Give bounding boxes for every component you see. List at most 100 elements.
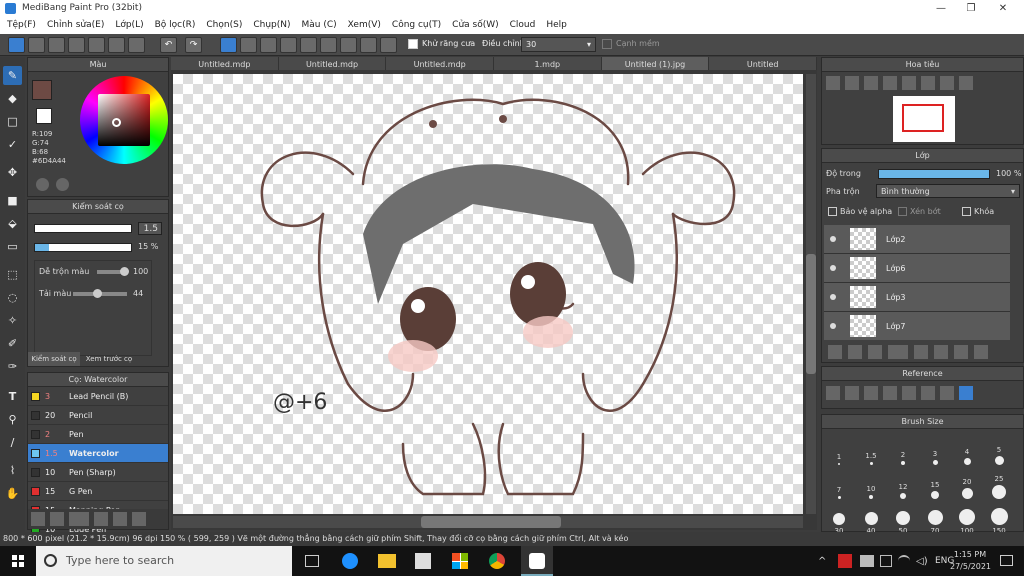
navigator-preview[interactable] — [893, 96, 955, 142]
new-halftone-layer-icon[interactable] — [848, 345, 862, 359]
brush-size-option[interactable]: 100 — [952, 501, 982, 535]
brush-size-option[interactable]: 40 — [856, 501, 886, 535]
share-icon[interactable] — [28, 37, 45, 53]
primary-color-swatch[interactable] — [32, 80, 52, 100]
operation-tool-icon[interactable]: ⚲ — [3, 410, 22, 429]
zoom-out-icon[interactable] — [883, 76, 897, 90]
ref-eyedropper-icon[interactable] — [940, 386, 954, 400]
minimize-button[interactable]: — — [926, 0, 956, 17]
drawing-canvas[interactable]: @+6 — [173, 74, 803, 514]
menu-item[interactable]: Lớp(L) — [110, 17, 149, 34]
select-tool-icon[interactable]: ⬚ — [3, 265, 22, 284]
select-pen-icon[interactable]: ✐ — [3, 334, 22, 353]
menu-item[interactable]: Cửa số(W) — [447, 17, 504, 34]
smooth-checkbox[interactable] — [602, 39, 612, 49]
brush-tool-icon[interactable]: ✎ — [3, 66, 22, 85]
opacity-slider[interactable] — [34, 243, 132, 252]
tray-chevron-icon[interactable]: ^ — [818, 556, 826, 567]
bucket-tool-icon[interactable]: ⬙ — [3, 214, 22, 233]
snap-grid-icon[interactable] — [260, 37, 277, 53]
ref-hand-icon[interactable] — [959, 386, 973, 400]
brush-size-option[interactable]: 15 — [920, 467, 950, 501]
brush-list-item[interactable]: 1.5 Watercolor — [28, 444, 168, 463]
new-8bit-layer-icon[interactable] — [868, 345, 882, 359]
layer-opacity-slider[interactable] — [878, 169, 990, 179]
vertical-scrollbar[interactable] — [806, 74, 816, 514]
menu-item[interactable]: Chỉnh sửa(E) — [42, 17, 110, 34]
gradient-tool-icon[interactable]: ▭ — [3, 237, 22, 256]
brush-list-item[interactable]: 15 G Pen — [28, 482, 168, 501]
visibility-icon[interactable] — [830, 294, 836, 300]
saturation-square[interactable] — [98, 94, 150, 146]
brush-list-item[interactable]: 2 Pen — [28, 425, 168, 444]
ref-zoom-out-icon[interactable] — [921, 386, 935, 400]
windows-start-icon[interactable] — [12, 555, 24, 567]
new-brush-icon[interactable] — [50, 512, 64, 526]
brush-size-option[interactable]: 150 — [984, 501, 1014, 535]
brush-size-option[interactable]: 1.5 — [856, 433, 886, 467]
blend-slider[interactable] — [97, 267, 129, 276]
ref-fit-icon[interactable] — [902, 386, 916, 400]
page-icon[interactable] — [88, 37, 105, 53]
explorer-icon[interactable] — [378, 554, 396, 568]
delete-brush-icon[interactable] — [94, 512, 108, 526]
clock[interactable]: 1:15 PM 27/5/2021 — [950, 549, 991, 573]
brush-size-option[interactable]: 20 — [952, 467, 982, 501]
brush-size-option[interactable]: 3 — [920, 433, 950, 467]
brush-menu-icon[interactable] — [69, 512, 89, 526]
store-icon[interactable] — [415, 553, 431, 569]
add-layer-menu-icon[interactable] — [888, 345, 908, 359]
edge-icon[interactable] — [342, 553, 358, 569]
zoom-in-icon[interactable] — [826, 76, 840, 90]
add-brush-icon[interactable] — [31, 512, 45, 526]
close-button[interactable]: ✕ — [988, 0, 1018, 17]
adjust-select[interactable]: 30 ▾ — [521, 37, 596, 52]
delete-layer-icon[interactable] — [974, 345, 988, 359]
visibility-icon[interactable] — [830, 323, 836, 329]
snap-parallel-icon[interactable] — [240, 37, 257, 53]
blend-mode-select[interactable]: Bình thường ▾ — [876, 184, 1020, 198]
size-slider[interactable] — [34, 224, 132, 233]
duplicate-brush-icon[interactable] — [132, 512, 146, 526]
brush-list-item[interactable]: 10 Pen (Sharp) — [28, 463, 168, 482]
rotate-left-icon[interactable] — [902, 76, 916, 90]
menu-item[interactable]: Cloud — [505, 17, 542, 34]
menu-item[interactable]: Màu (C) — [297, 17, 343, 34]
menu-item[interactable]: Công cụ(T) — [387, 17, 447, 34]
menu-item[interactable]: Tệp(F) — [2, 17, 42, 34]
medibang-taskbar-icon[interactable] — [521, 546, 553, 576]
brush-size-option[interactable]: 10 — [856, 467, 886, 501]
office-icon[interactable] — [452, 553, 468, 569]
close-reference-icon[interactable] — [864, 386, 878, 400]
brush-size-option[interactable]: 25 — [984, 467, 1014, 501]
layer-row[interactable]: Lớp6 — [824, 254, 1010, 283]
snap-radial-icon[interactable] — [300, 37, 317, 53]
brush-size-option[interactable]: 4 — [952, 433, 982, 467]
visibility-icon[interactable] — [830, 265, 836, 271]
redo-icon[interactable]: ↷ — [185, 37, 202, 53]
brush-list-item[interactable]: 20 Pencil — [28, 406, 168, 425]
rotate-reset-icon[interactable] — [921, 76, 935, 90]
clip-checkbox[interactable] — [898, 207, 907, 216]
size-value[interactable]: 1.5 — [138, 222, 162, 235]
wifi-icon[interactable] — [898, 555, 910, 567]
protect-alpha-checkbox[interactable] — [828, 207, 837, 216]
visibility-icon[interactable] — [830, 236, 836, 242]
magic-wand-icon[interactable]: ✧ — [3, 311, 22, 330]
rotate-right-icon[interactable] — [940, 76, 954, 90]
comment-icon[interactable] — [48, 37, 65, 53]
grid-view-icon[interactable] — [128, 37, 145, 53]
text-tool-icon[interactable]: T — [3, 387, 22, 406]
snap-circle-icon[interactable] — [320, 37, 337, 53]
move-tool-icon[interactable]: ✥ — [3, 163, 22, 182]
zoom-in2-icon[interactable] — [845, 76, 859, 90]
settings-icon[interactable] — [380, 37, 397, 53]
brush-size-option[interactable]: 5 — [984, 433, 1014, 467]
brush-size-option[interactable]: 70 — [920, 501, 950, 535]
tab-brush-control[interactable]: Kiểm soát cọ — [28, 352, 80, 366]
horizontal-scrollbar[interactable] — [173, 516, 803, 528]
new-layer-icon[interactable] — [828, 345, 842, 359]
folder-icon[interactable] — [113, 512, 127, 526]
layer-row[interactable]: Lớp2 — [824, 225, 1010, 254]
taskbar-search[interactable]: Type here to search — [36, 546, 292, 576]
